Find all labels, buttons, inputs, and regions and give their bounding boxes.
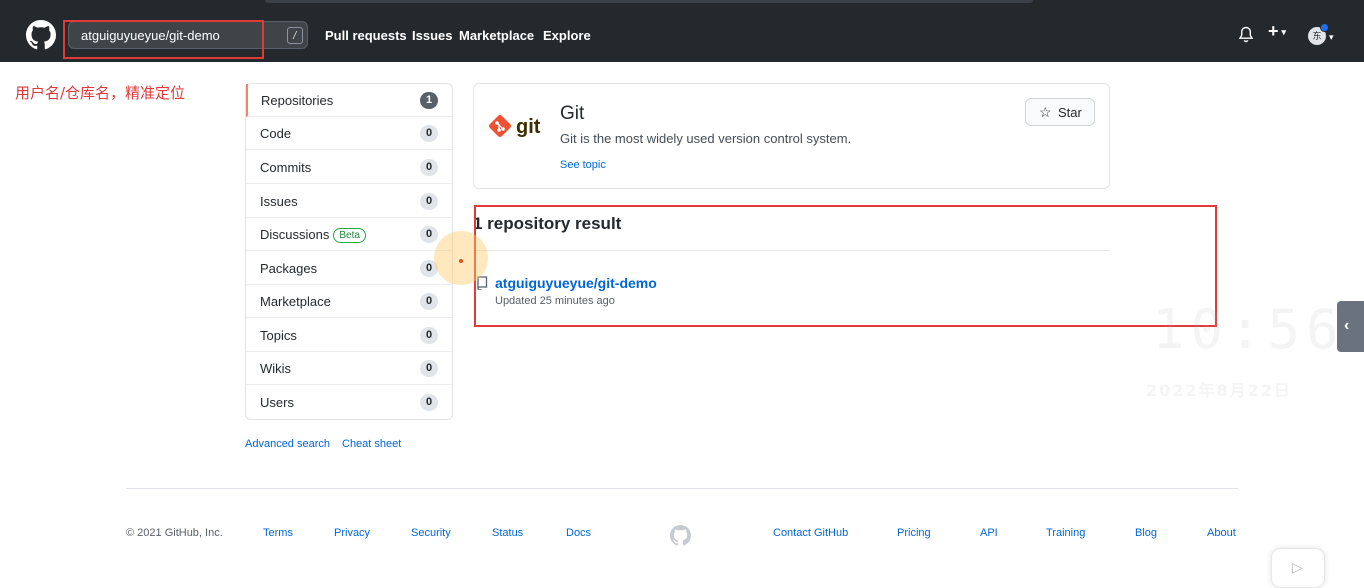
click-indicator-dot — [459, 259, 463, 263]
footer-link-privacy[interactable]: Privacy — [334, 527, 370, 539]
footer-link-pricing[interactable]: Pricing — [897, 527, 931, 539]
menu-item-counter: 0 — [420, 193, 438, 210]
menu-item-repositories[interactable]: Repositories 1 — [246, 84, 452, 117]
star-button-label: Star — [1058, 105, 1082, 120]
topic-description: Git is the most widely used version cont… — [560, 131, 852, 146]
menu-item-counter: 0 — [420, 125, 438, 142]
menu-item-packages[interactable]: Packages 0 — [246, 252, 452, 285]
advanced-search-link[interactable]: Advanced search — [245, 438, 330, 450]
footer-link-blog[interactable]: Blog — [1135, 527, 1157, 539]
play-icon: ▷ — [1292, 559, 1303, 575]
menu-item-label: Repositories — [261, 93, 334, 108]
notifications-bell-icon[interactable] — [1238, 26, 1254, 44]
footer-copyright: © 2021 GitHub, Inc. — [126, 527, 223, 539]
chevron-down-icon: ▾ — [1281, 27, 1287, 37]
create-new-menu[interactable]: + ▾ — [1268, 21, 1286, 42]
star-icon: ☆ — [1039, 104, 1052, 120]
menu-item-counter: 0 — [420, 159, 438, 176]
menu-item-discussions[interactable]: Discussions Beta 0 — [246, 218, 452, 251]
top-strip — [0, 0, 1364, 8]
watermark-time: 10:56 — [1152, 298, 1345, 361]
menu-item-label: Users — [260, 395, 294, 410]
footer-link-security[interactable]: Security — [411, 527, 451, 539]
nav-marketplace[interactable]: Marketplace — [459, 8, 534, 62]
star-button[interactable]: ☆ Star — [1025, 98, 1095, 126]
github-logo-icon[interactable] — [26, 20, 56, 50]
github-footer-logo-icon[interactable] — [670, 525, 691, 546]
menu-item-counter: 0 — [420, 226, 438, 243]
cheat-sheet-link[interactable]: Cheat sheet — [342, 438, 401, 450]
see-topic-link[interactable]: See topic — [560, 159, 606, 171]
menu-item-label: Marketplace — [260, 294, 331, 309]
menu-item-counter: 0 — [420, 293, 438, 310]
menu-item-marketplace[interactable]: Marketplace 0 — [246, 285, 452, 318]
footer-link-contact[interactable]: Contact GitHub — [773, 527, 848, 539]
plus-icon: + — [1268, 21, 1279, 41]
annotation-box-search — [63, 20, 264, 59]
footer-link-training[interactable]: Training — [1046, 527, 1085, 539]
menu-item-counter: 0 — [420, 327, 438, 344]
beta-badge: Beta — [333, 228, 366, 243]
chevron-left-icon: ‹ — [1344, 317, 1350, 334]
menu-item-commits[interactable]: Commits 0 — [246, 151, 452, 184]
menu-item-label-text: Discussions — [260, 227, 330, 242]
search-shortcut-key: / — [287, 27, 303, 44]
git-logo-text: git — [516, 116, 541, 138]
annotation-box-results — [474, 205, 1217, 327]
footer-link-terms[interactable]: Terms — [263, 527, 293, 539]
nav-issues[interactable]: Issues — [412, 8, 452, 62]
collapse-panel-tab[interactable]: ‹ — [1337, 301, 1364, 352]
menu-item-wikis[interactable]: Wikis 0 — [246, 352, 452, 385]
annotation-text: 用户名/仓库名，精准定位 — [15, 84, 186, 102]
menu-item-label: Issues — [260, 194, 298, 209]
top-strip-segment — [265, 0, 1033, 3]
menu-item-counter: 0 — [420, 394, 438, 411]
menu-item-label: Wikis — [260, 361, 292, 376]
click-indicator — [434, 231, 488, 285]
nav-explore[interactable]: Explore — [543, 8, 591, 62]
floating-widget-button[interactable]: ▷ — [1271, 548, 1325, 588]
menu-item-label: Topics — [260, 328, 297, 343]
avatar-chevron-down-icon[interactable]: ▾ — [1329, 32, 1334, 43]
menu-item-code[interactable]: Code 0 — [246, 117, 452, 150]
menu-item-topics[interactable]: Topics 0 — [246, 319, 452, 352]
menu-item-label: Packages — [260, 261, 318, 276]
nav-pull-requests[interactable]: Pull requests — [325, 8, 407, 62]
git-logo-icon: git — [489, 115, 541, 138]
notification-dot — [1320, 23, 1329, 32]
menu-item-users[interactable]: Users 0 — [246, 386, 452, 419]
menu-item-label: Commits — [260, 160, 312, 175]
footer-link-about[interactable]: About — [1207, 527, 1236, 539]
footer-divider — [126, 488, 1238, 489]
menu-item-counter: 0 — [420, 360, 438, 377]
menu-item-counter: 1 — [420, 92, 438, 109]
menu-item-issues[interactable]: Issues 0 — [246, 185, 452, 218]
menu-item-label: Code — [260, 126, 292, 141]
topic-card: git Git Git is the most widely used vers… — [473, 83, 1110, 189]
search-type-menu: Repositories 1 Code 0 Commits 0 Issues 0… — [245, 83, 453, 420]
topic-name: Git — [560, 103, 585, 124]
menu-item-label: Discussions Beta — [260, 227, 366, 244]
watermark-date: 2022年8月22日 — [1146, 381, 1292, 400]
footer-link-status[interactable]: Status — [492, 527, 523, 539]
footer-link-docs[interactable]: Docs — [566, 527, 591, 539]
footer-link-api[interactable]: API — [980, 527, 998, 539]
